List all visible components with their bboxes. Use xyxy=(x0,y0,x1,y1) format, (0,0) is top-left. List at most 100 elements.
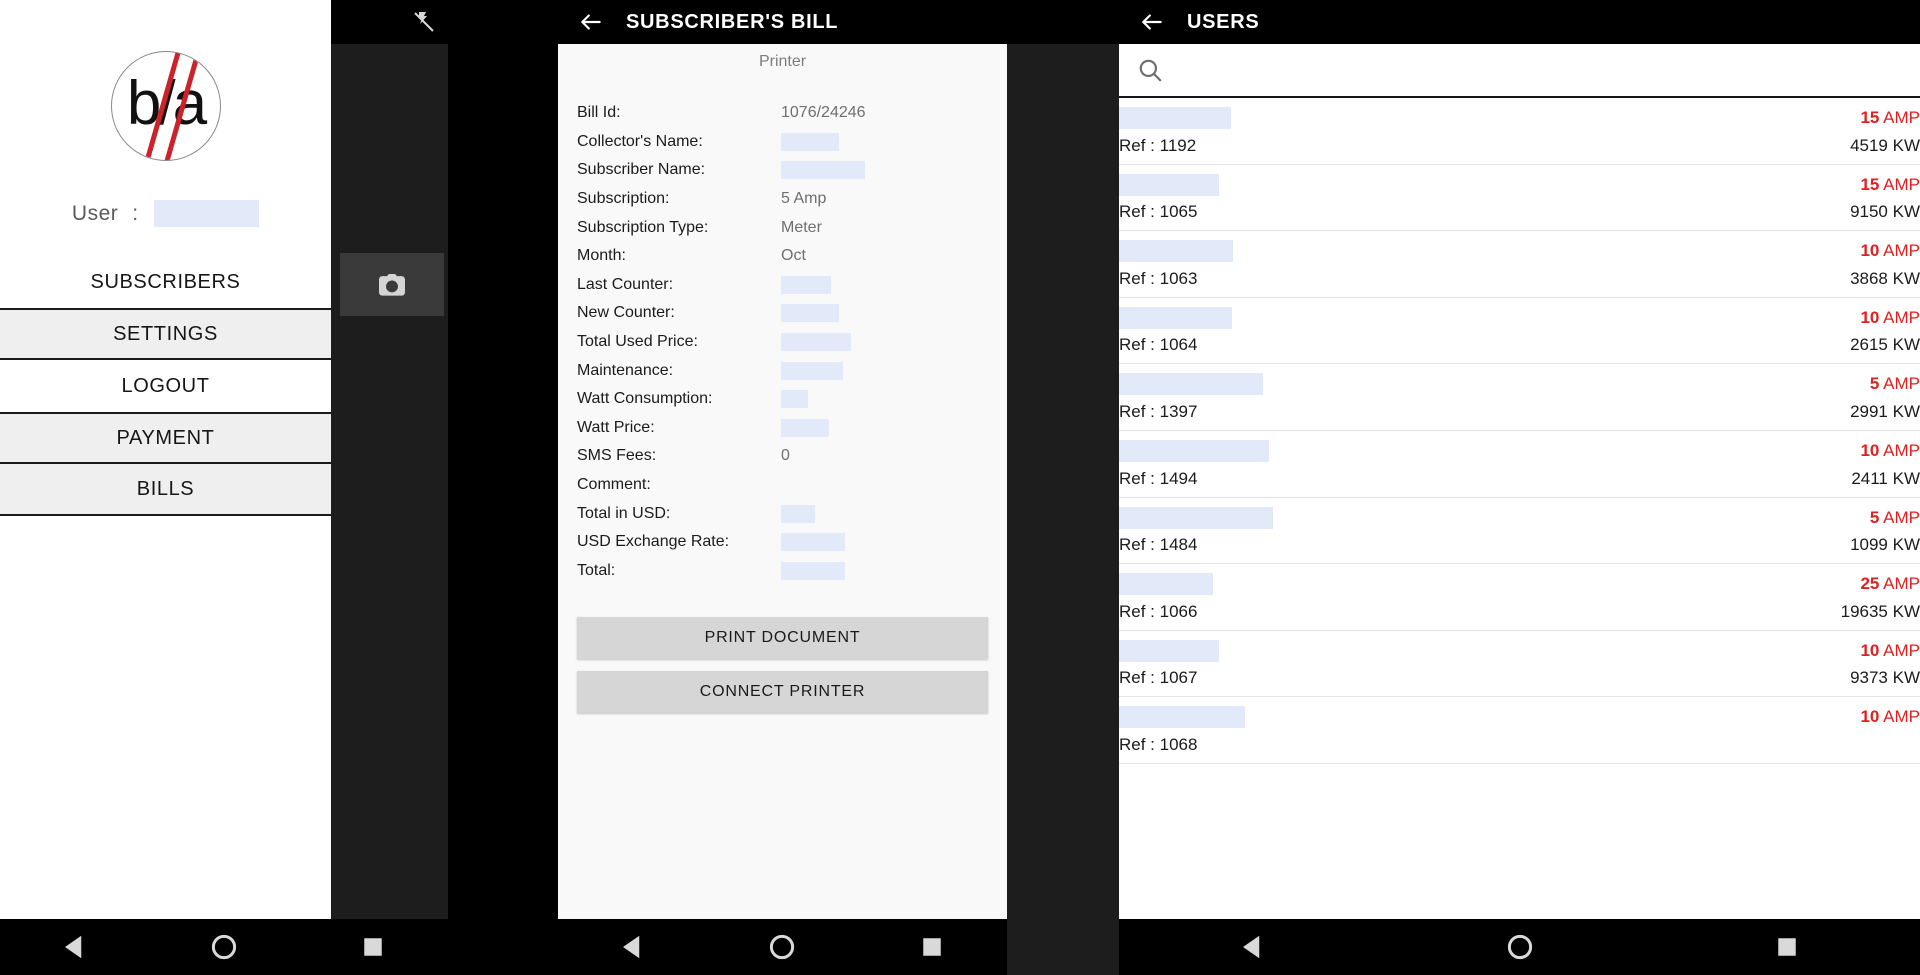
user-list-item[interactable]: Ref : 1192 15 AMP 4519 KW xyxy=(1119,98,1920,165)
camera-statusbar xyxy=(331,0,448,44)
camera-icon xyxy=(379,274,405,296)
bill-field-row: Total: xyxy=(558,557,1007,586)
bill-field-value-redacted xyxy=(781,132,839,151)
user-list-item[interactable]: Ref : 1067 10 AMP 9373 KW xyxy=(1119,631,1920,698)
user-amp-badge: 10 AMP xyxy=(1860,308,1920,328)
bill-field-label: Total Used Price: xyxy=(577,333,698,351)
user-list-item[interactable]: Ref : 1494 10 AMP 2411 KW xyxy=(1119,431,1920,498)
user-list-item[interactable]: Ref : 1064 10 AMP 2615 KW xyxy=(1119,298,1920,365)
bill-field-list: Bill Id: 1076/24246 Collector's Name: Subsc… xyxy=(558,71,1007,585)
user-amp-unit: AMP xyxy=(1883,374,1920,394)
user-kw-value: 2991 KW xyxy=(1850,401,1920,421)
user-amp-badge: 15 AMP xyxy=(1860,108,1920,128)
user-name-redacted xyxy=(1119,639,1219,662)
user-kw-value: 9150 KW xyxy=(1850,202,1920,222)
user-ref: Ref : 1067 xyxy=(1119,668,1198,688)
back-arrow-icon[interactable] xyxy=(1139,9,1165,35)
user-kw-value: 1099 KW xyxy=(1850,535,1920,555)
user-ref: Ref : 1065 xyxy=(1119,202,1198,222)
main-menu: SUBSCRIBERS SETTINGS LOGOUT PAYMENT BILL… xyxy=(0,256,331,516)
menu-item-label: LOGOUT xyxy=(121,374,210,397)
search-icon[interactable] xyxy=(1137,57,1163,83)
user-amp-unit: AMP xyxy=(1883,307,1920,327)
bill-field-row: SMS Fees: 0 xyxy=(558,442,1007,471)
user-amp-unit: AMP xyxy=(1883,174,1920,194)
user-amp-value: 10 xyxy=(1860,440,1880,460)
user-amp-value: 10 xyxy=(1860,241,1880,261)
nav-home-icon[interactable] xyxy=(1505,932,1535,962)
print-document-button[interactable]: PRINT DOCUMENT xyxy=(577,617,988,660)
user-list-item[interactable]: Ref : 1065 15 AMP 9150 KW xyxy=(1119,165,1920,232)
bill-field-row: Subscription Type: Meter xyxy=(558,213,1007,242)
user-amp-value: 10 xyxy=(1860,640,1880,660)
user-name-redacted xyxy=(1119,706,1245,729)
bill-field-label: Month: xyxy=(577,247,626,265)
bill-field-row: USD Exchange Rate: xyxy=(558,528,1007,557)
logo-circle: b/a xyxy=(110,51,221,161)
bill-field-value: 0 xyxy=(781,447,790,465)
user-amp-value: 15 xyxy=(1860,174,1880,194)
user-ref: Ref : 1484 xyxy=(1119,535,1198,555)
menu-item-logout[interactable]: LOGOUT xyxy=(0,360,331,412)
bill-field-row: Last Counter: xyxy=(558,271,1007,300)
user-label: User xyxy=(71,201,119,225)
user-amp-badge: 5 AMP xyxy=(1870,374,1920,394)
nav-back-icon[interactable] xyxy=(618,932,648,962)
user-amp-value: 5 xyxy=(1869,374,1880,394)
user-list-item[interactable]: Ref : 1068 10 AMP xyxy=(1119,697,1920,764)
bill-field-value-redacted xyxy=(781,361,843,380)
bill-field-row: Total Used Price: xyxy=(558,328,1007,357)
menu-item-label: SUBSCRIBERS xyxy=(90,270,241,293)
bill-field-value: Oct xyxy=(781,247,806,265)
user-input[interactable] xyxy=(154,200,260,227)
bill-field-value-redacted xyxy=(781,561,845,580)
bill-field-value-redacted xyxy=(781,504,815,523)
bill-field-row: Subscription: 5 Amp xyxy=(558,185,1007,214)
user-amp-badge: 10 AMP xyxy=(1860,707,1920,727)
bill-field-label: New Counter: xyxy=(577,304,675,322)
bill-field-label: Total in USD: xyxy=(577,504,671,522)
bill-field-value-redacted xyxy=(781,275,831,294)
search-input[interactable] xyxy=(1163,60,1920,80)
flash-off-icon[interactable] xyxy=(412,10,436,36)
camera-shutter-button[interactable] xyxy=(340,253,444,316)
bill-field-value-redacted xyxy=(781,333,851,352)
bill-appbar: SUBSCRIBER'S BILL xyxy=(558,0,1007,44)
bill-actions: PRINT DOCUMENT CONNECT PRINTER xyxy=(558,585,1007,714)
nav-recents-icon[interactable] xyxy=(1772,932,1802,962)
bill-field-label: Last Counter: xyxy=(577,275,674,293)
connect-printer-button[interactable]: CONNECT PRINTER xyxy=(577,671,988,714)
user-amp-unit: AMP xyxy=(1883,241,1920,261)
user-ref: Ref : 1068 xyxy=(1119,734,1198,754)
menu-item-subscribers[interactable]: SUBSCRIBERS xyxy=(0,256,331,308)
bill-field-row: Month: Oct xyxy=(558,242,1007,271)
user-ref: Ref : 1192 xyxy=(1119,135,1197,155)
subscriber-bill-panel: SUBSCRIBER'S BILL Printer Bill Id: 1076/2… xyxy=(558,0,1007,975)
page-title: USERS xyxy=(1187,10,1260,33)
nav-back-icon[interactable] xyxy=(1238,932,1268,962)
bill-field-row: Total in USD: xyxy=(558,499,1007,528)
nav-home-icon[interactable] xyxy=(767,932,797,962)
user-list-item[interactable]: Ref : 1066 25 AMP 19635 KW xyxy=(1119,564,1920,631)
menu-item-payment[interactable]: PAYMENT xyxy=(0,412,331,464)
user-ref: Ref : 1397 xyxy=(1119,401,1198,421)
user-amp-badge: 5 AMP xyxy=(1870,508,1920,528)
menu-item-bills[interactable]: BILLS xyxy=(0,464,331,516)
menu-item-settings[interactable]: SETTINGS xyxy=(0,308,331,360)
nav-recents-icon[interactable] xyxy=(917,932,947,962)
nav-home-icon[interactable] xyxy=(209,932,239,962)
nav-back-icon[interactable] xyxy=(60,932,90,962)
back-arrow-icon[interactable] xyxy=(578,9,604,35)
user-list-item[interactable]: Ref : 1484 5 AMP 1099 KW xyxy=(1119,498,1920,565)
screenshot-stage: b/a User : SUBSCRIBERS SETTINGS LOGOUT xyxy=(0,0,1920,975)
bill-field-row: Watt Price: xyxy=(558,414,1007,443)
user-colon: : xyxy=(132,201,139,225)
nav-recents-icon[interactable] xyxy=(358,932,388,962)
camera-strip xyxy=(331,0,448,745)
user-list-item[interactable]: Ref : 1397 5 AMP 2991 KW xyxy=(1119,364,1920,431)
bill-field-label: Watt Consumption: xyxy=(577,390,713,408)
user-amp-value: 15 xyxy=(1860,108,1880,127)
user-amp-badge: 15 AMP xyxy=(1860,175,1920,195)
user-list-item[interactable]: Ref : 1063 10 AMP 3868 KW xyxy=(1119,231,1920,298)
menu-item-label: PAYMENT xyxy=(116,426,215,449)
